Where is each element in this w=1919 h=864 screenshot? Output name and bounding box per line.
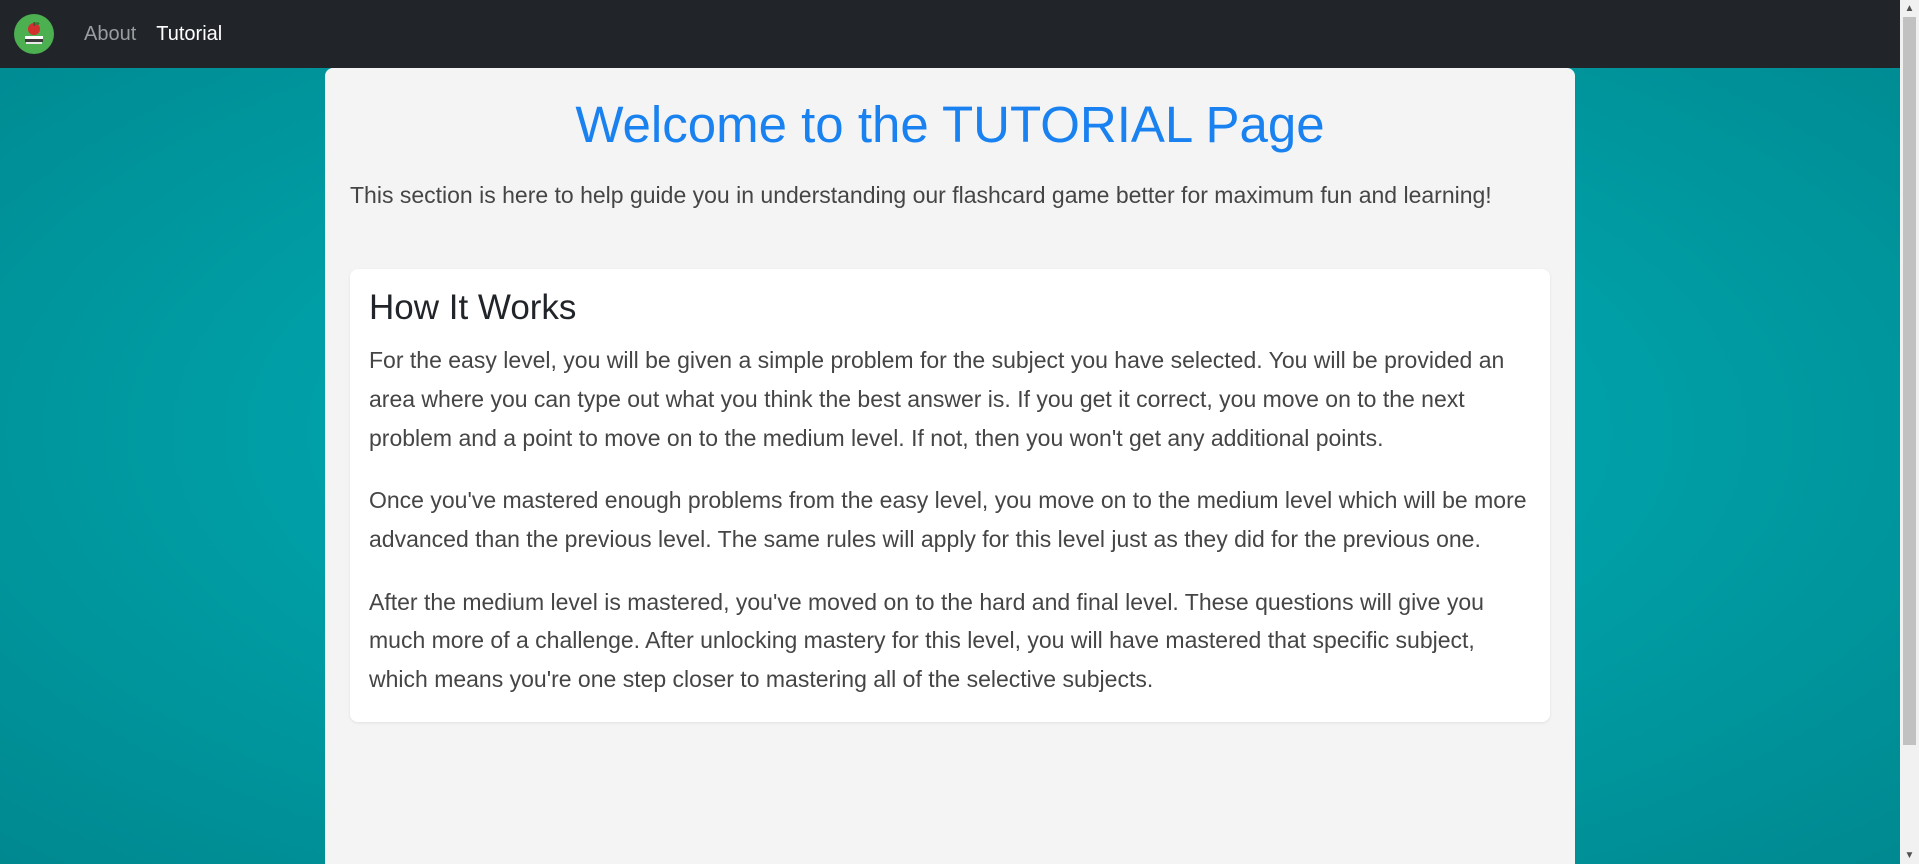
intro-text: This section is here to help guide you i… [350,182,1492,209]
paragraph-easy-level: For the easy level, you will be given a … [369,347,1505,451]
paragraph-hard-level: After the medium level is mastered, you'… [369,588,1484,692]
nav-link-tutorial[interactable]: Tutorial [156,23,222,46]
nav-link-about[interactable]: About [84,23,136,46]
main-content: Welcome to the TUTORIAL Page This sectio… [325,68,1575,864]
page-title: Welcome to the TUTORIAL Page [575,96,1325,153]
scrollbar-thumb[interactable] [1903,17,1916,745]
card-title: How It Works [369,288,577,328]
vertical-scrollbar[interactable]: ▲ ▼ [1900,0,1919,864]
scroll-down-arrow-icon[interactable]: ▼ [1900,847,1919,864]
book-apple-logo-icon[interactable] [14,14,54,54]
how-it-works-card: How It Works For the easy level, you wil… [350,269,1550,723]
navbar: About Tutorial [0,0,1900,68]
scroll-up-arrow-icon[interactable]: ▲ [1900,0,1919,17]
paragraph-medium-level: Once you've mastered enough problems fro… [369,487,1527,552]
